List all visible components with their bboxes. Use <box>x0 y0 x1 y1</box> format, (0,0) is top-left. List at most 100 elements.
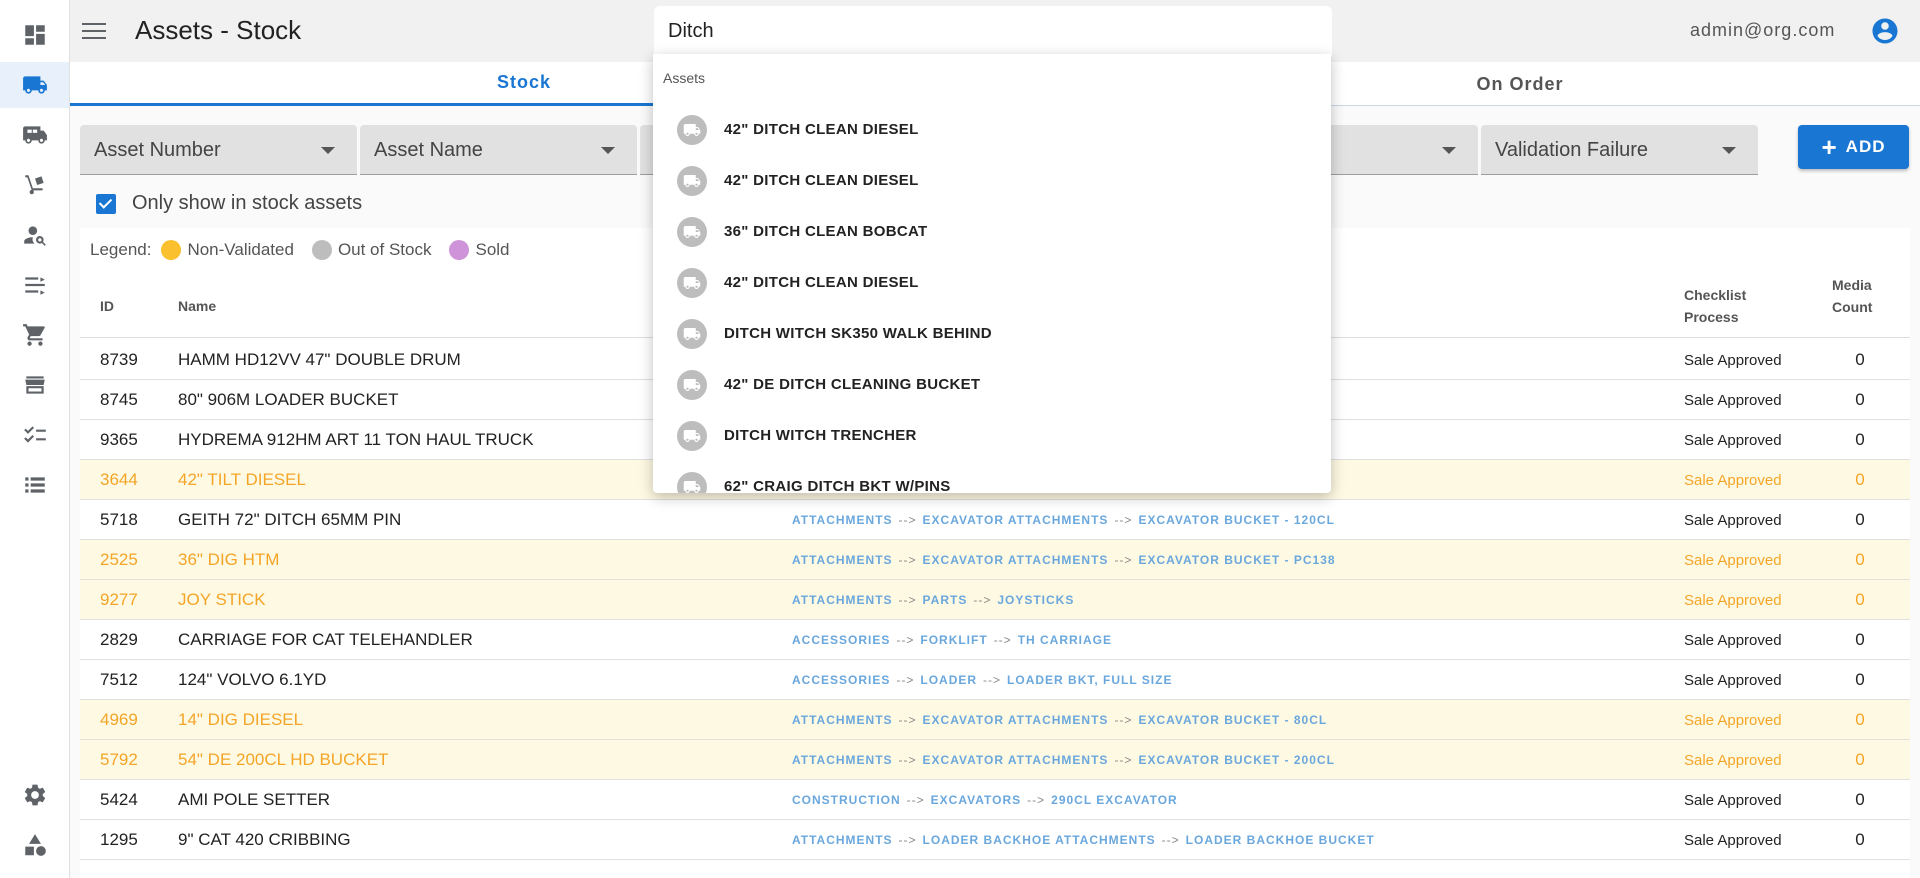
category-level-3: TH CARRIAGE <box>1017 633 1113 647</box>
row-name: 9" CAT 420 CRIBBING <box>178 830 351 849</box>
search-result-item[interactable]: 62" CRAIG DITCH BKT W/PINS <box>653 461 1331 493</box>
validation-failure-filter[interactable]: Validation Failure <box>1481 125 1758 175</box>
only-in-stock-toggle[interactable]: Only show in stock assets <box>96 192 362 215</box>
column-header-checklist-line1: Checklist <box>1684 287 1747 303</box>
row-category-path: ATTACHMENTS --> EXCAVATOR ATTACHMENTS --> EX… <box>792 713 1327 727</box>
sidebar-item-cart[interactable] <box>0 312 69 358</box>
category-level-3: EXCAVATOR BUCKET - PC138 <box>1138 553 1336 567</box>
search-result-label: 42" DITCH CLEAN DIESEL <box>724 172 919 189</box>
add-button[interactable]: + ADD <box>1798 125 1909 169</box>
sidebar-item-hand-truck[interactable] <box>0 162 69 208</box>
search-result-label: DITCH WITCH TRENCHER <box>724 427 917 444</box>
sidebar-item-settings[interactable] <box>0 772 69 818</box>
table-row[interactable]: 2525 36" DIG HTM ATTACHMENTS --> EXCAVATOR A… <box>80 540 1910 580</box>
legend-entry-label: Non-Validated <box>187 240 294 259</box>
cart-icon <box>22 324 45 346</box>
row-category-path: ATTACHMENTS --> EXCAVATOR ATTACHMENTS --> EX… <box>792 553 1336 567</box>
row-id: 8745 <box>100 390 138 409</box>
truck-icon <box>677 369 707 400</box>
legend-dot <box>449 240 470 260</box>
search-result-item[interactable]: 42" DITCH CLEAN DIESEL <box>653 155 1331 206</box>
table-row[interactable]: 7512 124" VOLVO 6.1YD ACCESSORIES --> LOADER… <box>80 660 1910 700</box>
row-media-count: 0 <box>1855 390 1865 409</box>
row-name: 124" VOLVO 6.1YD <box>178 670 327 689</box>
search-result-item[interactable]: DITCH WITCH TRENCHER <box>653 410 1331 461</box>
category-arrow: --> <box>993 633 1012 647</box>
row-media-count: 0 <box>1855 550 1865 569</box>
truck-icon <box>677 471 707 493</box>
only-in-stock-checkbox[interactable] <box>96 193 116 214</box>
table-row[interactable]: 2829 CARRIAGE FOR CAT TELEHANDLER ACCESSOR… <box>80 620 1910 660</box>
category-level-1: ATTACHMENTS <box>792 833 893 847</box>
table-row[interactable]: 5792 54" DE 200CL HD BUCKET ATTACHMENTS -->… <box>80 740 1910 780</box>
category-arrow: --> <box>898 833 917 847</box>
checklist-icon <box>23 426 46 443</box>
plus-icon: + <box>1821 132 1838 162</box>
row-media-count: 0 <box>1855 750 1865 769</box>
column-header-checklist-process[interactable]: Checklist Process <box>1684 284 1746 328</box>
sidebar-item-on-order[interactable] <box>0 112 69 158</box>
category-level-1: ATTACHMENTS <box>792 513 893 527</box>
column-header-media-count[interactable]: Media Count <box>1832 274 1872 318</box>
app-header: Assets - Stock admin@org.com <box>70 0 1920 62</box>
sidebar-item-stock[interactable] <box>0 62 69 108</box>
sidebar-item-transfer[interactable] <box>0 262 69 308</box>
search-result-item[interactable]: 42" DITCH CLEAN DIESEL <box>653 257 1331 308</box>
truck-icon <box>677 114 707 145</box>
validation-failure-filter-label: Validation Failure <box>1495 139 1649 161</box>
table-row[interactable]: 4969 14" DIG DIESEL ATTACHMENTS --> EXCAVATO… <box>80 700 1910 740</box>
table-row[interactable]: 5718 GEITH 72" DITCH 65MM PIN ATTACHMENTS -… <box>80 500 1910 540</box>
search-result-label: 36" DITCH CLEAN BOBCAT <box>724 223 928 240</box>
search-result-item[interactable]: 42" DE DITCH CLEANING BUCKET <box>653 359 1331 410</box>
category-arrow: --> <box>896 673 915 687</box>
row-media-count: 0 <box>1855 630 1865 649</box>
row-media-count: 0 <box>1855 510 1865 529</box>
search-result-label: 62" CRAIG DITCH BKT W/PINS <box>724 478 951 493</box>
row-name: CARRIAGE FOR CAT TELEHANDLER <box>178 630 473 649</box>
category-level-3: 290CL EXCAVATOR <box>1051 793 1178 807</box>
legend-sold: Sold <box>449 240 510 260</box>
row-id: 9365 <box>100 430 138 449</box>
search-result-item[interactable]: DITCH WITCH SK350 WALK BEHIND <box>653 308 1331 359</box>
legend-entry-label: Out of Stock <box>337 240 432 259</box>
category-arrow: --> <box>973 593 992 607</box>
row-id: 5424 <box>100 790 138 809</box>
category-arrow: --> <box>1161 833 1180 847</box>
category-level-2: EXCAVATORS <box>930 793 1022 807</box>
row-id: 1295 <box>100 830 138 849</box>
chevron-down-icon <box>321 147 335 154</box>
table-row[interactable]: 1295 9" CAT 420 CRIBBING ATTACHMENTS --> LOA… <box>80 820 1910 860</box>
table-row[interactable]: 9277 JOY STICK ATTACHMENTS --> PARTS --> JOYST… <box>80 580 1910 620</box>
column-header-name[interactable]: Name <box>178 295 216 317</box>
category-level-3: LOADER BACKHOE BUCKET <box>1185 833 1375 847</box>
tab-on-order[interactable]: On Order <box>1360 62 1680 106</box>
sidebar-item-shapes[interactable] <box>0 822 69 868</box>
table-row[interactable]: 5424 AMI POLE SETTER CONSTRUCTION --> EXCAVA… <box>80 780 1910 820</box>
row-category-path: ATTACHMENTS --> PARTS --> JOYSTICKS <box>792 593 1074 607</box>
sidebar-item-store[interactable] <box>0 362 69 408</box>
sidebar-item-person-search[interactable] <box>0 212 69 258</box>
dashboard-icon <box>24 25 45 45</box>
asset-number-filter[interactable]: Asset Number <box>80 125 357 175</box>
row-media-count: 0 <box>1855 670 1865 689</box>
row-checklist-process: Sale Approved <box>1684 752 1782 769</box>
category-level-3: EXCAVATOR BUCKET - 80CL <box>1138 713 1328 727</box>
asset-name-filter[interactable]: Asset Name <box>360 125 637 175</box>
search-input[interactable] <box>654 6 1332 56</box>
column-header-id[interactable]: ID <box>100 295 114 317</box>
sidebar-item-list[interactable] <box>0 462 69 508</box>
row-media-count: 0 <box>1855 830 1865 849</box>
category-level-2: EXCAVATOR ATTACHMENTS <box>922 553 1109 567</box>
category-level-1: ATTACHMENTS <box>792 593 893 607</box>
sidebar-item-checklist[interactable] <box>0 412 69 458</box>
sidebar-item-dashboard[interactable] <box>0 12 69 58</box>
category-level-3: EXCAVATOR BUCKET - 120CL <box>1138 513 1335 527</box>
account-icon[interactable] <box>1870 16 1900 46</box>
search-result-item[interactable]: 42" DITCH CLEAN DIESEL <box>653 104 1331 155</box>
chevron-down-icon <box>601 147 615 154</box>
row-name: 36" DIG HTM <box>178 550 280 569</box>
category-arrow: --> <box>898 713 917 727</box>
menu-icon[interactable] <box>82 16 112 46</box>
search-result-item[interactable]: 36" DITCH CLEAN BOBCAT <box>653 206 1331 257</box>
shapes-icon <box>24 834 46 856</box>
